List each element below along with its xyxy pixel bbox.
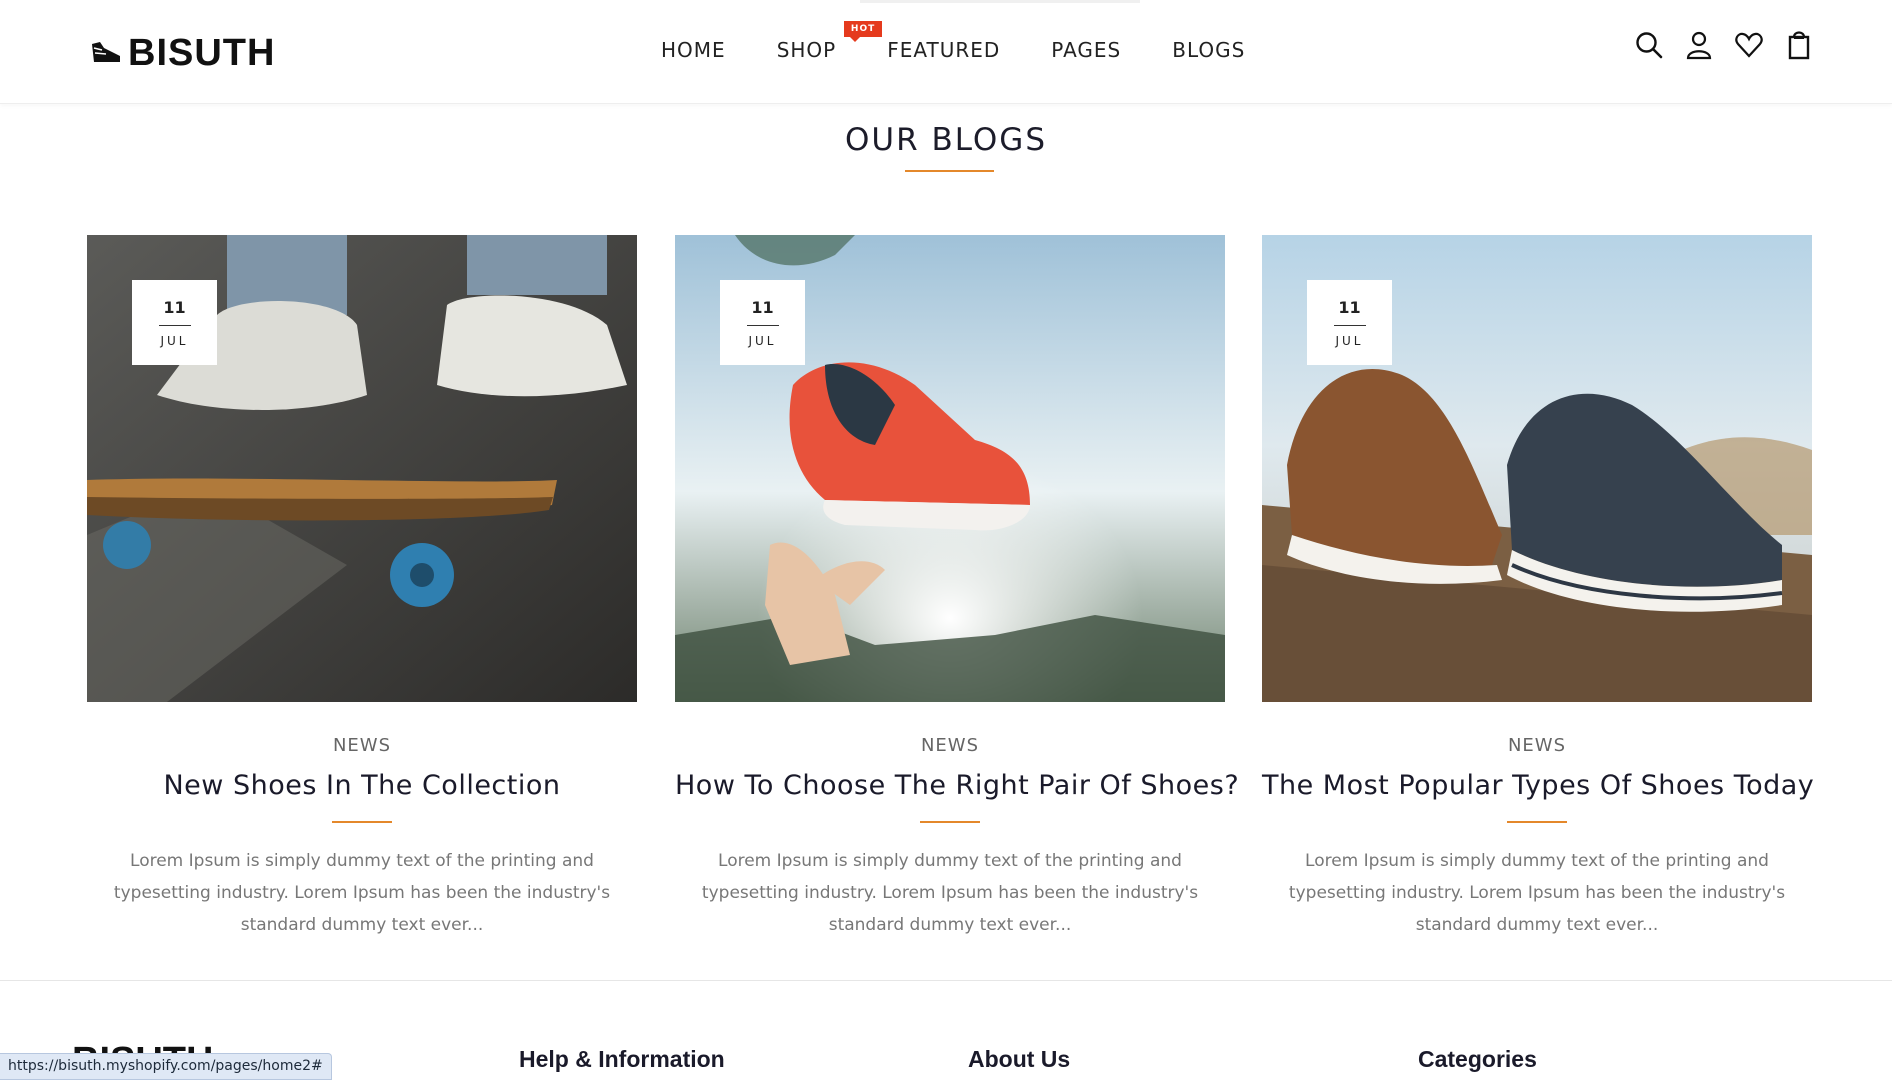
date-badge: 11 JUL	[1307, 280, 1392, 365]
nav-shop[interactable]: SHOP HOT	[776, 21, 883, 62]
post-category[interactable]: NEWS	[87, 735, 637, 756]
blog-card: 11 JUL NEWS New Shoes In The Collection …	[87, 235, 637, 941]
footer-divider	[0, 980, 1892, 981]
date-month: JUL	[748, 334, 777, 348]
post-title[interactable]: How To Choose The Right Pair Of Shoes?	[675, 770, 1239, 801]
post-excerpt: Lorem Ipsum is simply dummy text of the …	[1288, 851, 1786, 935]
date-day: 11	[751, 298, 774, 317]
date-divider	[746, 325, 779, 326]
blog-card: 11 JUL NEWS The Most Popular Types Of Sh…	[1262, 235, 1814, 941]
blog-image-skateboard[interactable]: 11 JUL	[87, 235, 637, 702]
post-category[interactable]: NEWS	[1262, 735, 1812, 756]
post-title[interactable]: The Most Popular Types Of Shoes Today	[1262, 770, 1814, 801]
post-excerpt: Lorem Ipsum is simply dummy text of the …	[113, 851, 611, 935]
blog-image-canvas-shoes[interactable]: 11 JUL	[1262, 235, 1812, 702]
post-title-underline	[1507, 821, 1567, 823]
date-badge: 11 JUL	[132, 280, 217, 365]
date-divider	[158, 325, 191, 326]
nav-home[interactable]: HOME	[661, 38, 726, 62]
site-header: BISUTH HOME SHOP HOT FEATURED PAGES BLOG…	[0, 0, 1892, 104]
nav-pages[interactable]: PAGES	[1051, 38, 1121, 62]
top-strip	[860, 0, 1140, 3]
nav-featured[interactable]: FEATURED	[887, 38, 1000, 62]
post-title-underline	[332, 821, 392, 823]
nav-shop-label: SHOP	[776, 38, 837, 62]
post-title-underline	[920, 821, 980, 823]
footer-heading-help: Help & Information	[519, 1046, 725, 1072]
date-divider	[1333, 325, 1366, 326]
logo-text: BISUTH	[128, 32, 276, 74]
hot-badge: HOT	[843, 21, 883, 42]
date-badge: 11 JUL	[720, 280, 805, 365]
footer-heading-about: About Us	[968, 1046, 1071, 1072]
main-nav: HOME SHOP HOT FEATURED PAGES BLOGS	[661, 21, 1245, 62]
heart-icon[interactable]	[1734, 30, 1764, 60]
shopping-bag-icon[interactable]	[1784, 30, 1814, 60]
post-title[interactable]: New Shoes In The Collection	[87, 770, 637, 801]
date-day: 11	[1338, 298, 1361, 317]
user-icon[interactable]	[1684, 30, 1714, 60]
post-excerpt: Lorem Ipsum is simply dummy text of the …	[701, 851, 1199, 935]
section-title-underline	[905, 170, 994, 172]
nav-blogs[interactable]: BLOGS	[1172, 38, 1245, 62]
link-status-bar: https://bisuth.myshopify.com/pages/home2…	[0, 1053, 332, 1080]
date-day: 11	[163, 298, 186, 317]
search-icon[interactable]	[1634, 30, 1664, 60]
footer-heading-categories: Categories	[1418, 1046, 1537, 1072]
header-actions	[1634, 30, 1814, 60]
date-month: JUL	[1335, 334, 1364, 348]
section-title: OUR BLOGS	[844, 122, 1048, 158]
date-month: JUL	[160, 334, 189, 348]
site-logo[interactable]: BISUTH	[90, 34, 275, 72]
post-category[interactable]: NEWS	[675, 735, 1225, 756]
blog-image-sneaker-toss[interactable]: 11 JUL	[675, 235, 1225, 702]
blog-card: 11 JUL NEWS How To Choose The Right Pair…	[675, 235, 1239, 941]
shoe-logo-icon	[92, 42, 120, 62]
